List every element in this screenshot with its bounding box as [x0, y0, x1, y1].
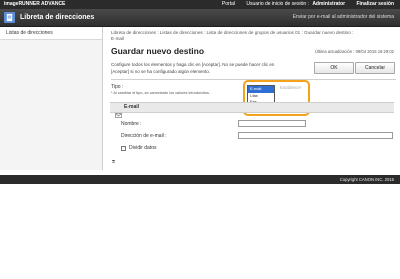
- breadcrumb-line-2: E-mail: [111, 36, 125, 41]
- instructions-line-2: [Aceptar] si no se ha configurado algún …: [111, 69, 211, 74]
- cancel-button[interactable]: Cancelar: [355, 62, 395, 74]
- breadcrumb-line-1[interactable]: Libreta de direcciones : Listas de direc…: [111, 30, 391, 36]
- type-label: Tipo :: [111, 84, 124, 90]
- app-header: Libreta de direcciones Enviar por e-mail…: [0, 9, 400, 27]
- instructions-line-1: Configure todos los elementos y haga cli…: [111, 62, 275, 67]
- portal-link[interactable]: Portal: [222, 1, 235, 7]
- collapse-icon[interactable]: ⌆: [111, 158, 116, 165]
- email-section-header: E-mail: [110, 102, 394, 118]
- footer: Copyright CANON INC. 2015: [0, 175, 400, 184]
- email-section-title: E-mail: [124, 104, 140, 110]
- logout-link[interactable]: Finalizar sesión: [356, 1, 394, 7]
- instructions: Configure todos los elementos y haga cli…: [111, 61, 291, 75]
- address-book-icon: [4, 12, 15, 23]
- email-address-input[interactable]: [238, 132, 393, 139]
- login-user-name: Administrator: [312, 1, 346, 7]
- name-input[interactable]: [238, 120, 306, 127]
- top-bar: imageRUNNER ADVANCE Portal Usuario de in…: [0, 0, 400, 9]
- type-change-note: * Al cambiar el tipo, se cancelarán los …: [111, 91, 210, 95]
- ok-button[interactable]: OK: [314, 62, 354, 74]
- copyright-text: Copyright CANON INC. 2015: [339, 177, 394, 182]
- divide-data-checkbox[interactable]: [121, 146, 126, 151]
- send-to-admin-link[interactable]: Enviar por e-mail al administrador del s…: [293, 9, 394, 26]
- sidebar: Listas de direcciones: [0, 27, 103, 170]
- login-user-label: Usuario de inicio de sesión :: [246, 1, 309, 7]
- name-label: Nombre :: [121, 121, 142, 127]
- app-title: Libreta de direcciones: [20, 14, 95, 21]
- last-update-text: Última actualización : 09/04 2015 16:29:…: [314, 49, 394, 54]
- sidebar-item-address-lists[interactable]: Listas de direcciones: [0, 27, 102, 40]
- breadcrumb: Libreta de direcciones : Listas de direc…: [111, 30, 391, 42]
- divide-data-label: Dividir datos: [129, 145, 157, 151]
- page-title: Guardar nuevo destino: [111, 46, 205, 56]
- product-name: imageRUNNER ADVANCE: [4, 1, 66, 7]
- email-address-label: Dirección de e-mail :: [121, 133, 167, 139]
